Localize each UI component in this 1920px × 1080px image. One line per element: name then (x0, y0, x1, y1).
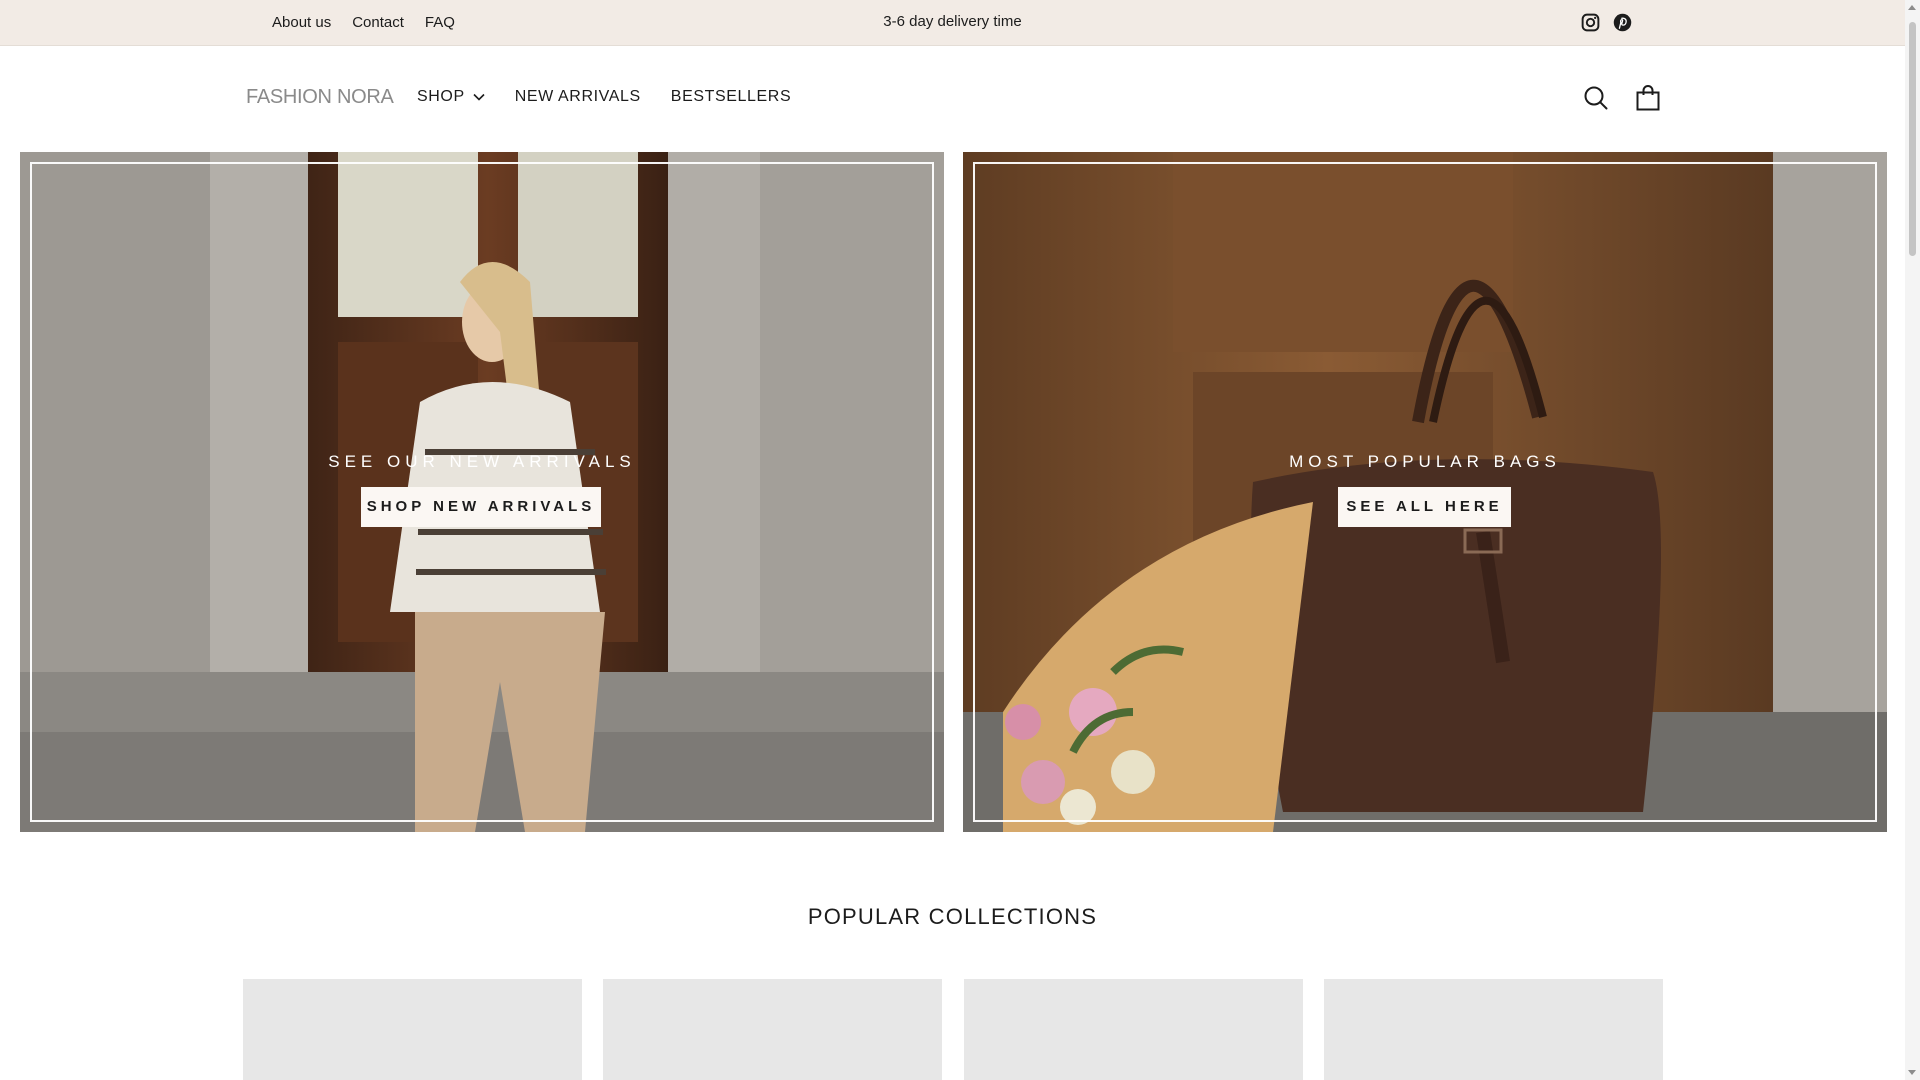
pinterest-icon[interactable] (1612, 12, 1633, 33)
popular-collections-heading: POPULAR COLLECTIONS (807, 904, 1098, 929)
about-us-link[interactable]: About us (272, 14, 331, 31)
social-links (1580, 12, 1633, 33)
nav-shop[interactable]: SHOP (417, 88, 485, 106)
scroll-up-arrow[interactable] (1908, 5, 1916, 10)
scroll-down-arrow[interactable] (1908, 1070, 1916, 1075)
nav-new-arrivals[interactable]: NEW ARRIVALS (515, 88, 641, 106)
contact-link[interactable]: Contact (352, 14, 404, 31)
announcement-bar: About us Contact FAQ 3-6 day delivery ti… (0, 0, 1905, 46)
store-logo[interactable]: FASHION NORA (246, 86, 394, 109)
new-arrivals-banner[interactable]: SEE OUR NEW ARRIVALS SHOP NEW ARRIVALS (20, 152, 944, 832)
collection-card[interactable] (243, 979, 582, 1080)
collection-card[interactable] (603, 979, 942, 1080)
popular-bags-caption: MOST POPULAR BAGS (1289, 452, 1561, 471)
main-nav: SHOP NEW ARRIVALS BESTSELLERS (417, 88, 791, 106)
faq-link[interactable]: FAQ (425, 14, 455, 31)
new-arrivals-caption: SEE OUR NEW ARRIVALS (328, 452, 636, 471)
collection-card[interactable] (964, 979, 1303, 1080)
scrollbar-thumb[interactable] (1909, 22, 1916, 256)
instagram-icon[interactable] (1580, 12, 1601, 33)
see-all-bags-button[interactable]: SEE ALL HERE (1338, 487, 1511, 527)
popular-bags-banner[interactable]: MOST POPULAR BAGS SEE ALL HERE (963, 152, 1887, 832)
chevron-down-icon (473, 88, 485, 106)
nav-bestsellers[interactable]: BESTSELLERS (671, 88, 791, 106)
site-header: FASHION NORA SHOP NEW ARRIVALS BESTSELLE… (0, 46, 1905, 152)
collection-card[interactable] (1324, 979, 1663, 1080)
search-icon[interactable] (1582, 84, 1610, 112)
utility-links: About us Contact FAQ (272, 0, 455, 45)
page-scrollbar[interactable] (1905, 0, 1920, 1080)
shopping-bag-icon[interactable] (1634, 84, 1662, 112)
nav-shop-label: SHOP (417, 88, 465, 105)
shop-new-arrivals-button[interactable]: SHOP NEW ARRIVALS (361, 487, 601, 527)
